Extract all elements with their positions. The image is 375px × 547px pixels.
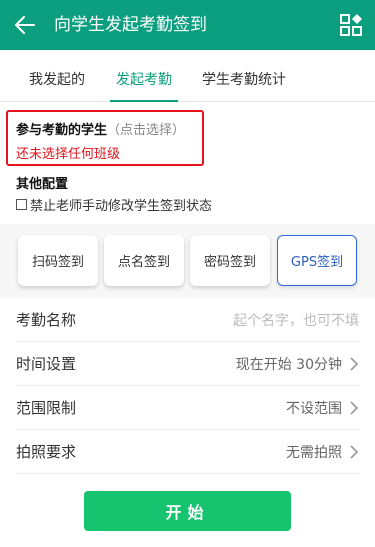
forbid-modify-label: 禁止老师手动修改学生签到状态: [30, 199, 213, 214]
chevron-right-icon: [350, 444, 359, 459]
back-button[interactable]: [10, 10, 40, 40]
photo-requirement-value-wrap: 无需拍照: [286, 442, 359, 462]
app-header: 向学生发起考勤签到: [0, 0, 375, 50]
time-setting-value: 现在开始 30分钟: [235, 356, 342, 373]
forbid-modify-option[interactable]: 禁止老师手动修改学生签到状态: [16, 195, 212, 214]
tab-my-launched[interactable]: 我发起的: [29, 70, 85, 90]
forbid-modify-checkbox[interactable]: [16, 199, 27, 210]
active-tab-indicator: [110, 100, 178, 102]
attendance-name-label: 考勤名称: [16, 311, 77, 329]
no-class-warning: 还未选择任何班级: [16, 147, 121, 162]
scan-signin-button[interactable]: 扫码签到: [18, 235, 98, 286]
time-setting-label: 时间设置: [16, 355, 77, 373]
range-limit-label: 范围限制: [16, 399, 77, 417]
range-limit-value: 不设范围: [286, 400, 342, 417]
attendance-name-row[interactable]: 考勤名称 起个名字，也可不填: [16, 298, 359, 342]
tab-student-stats[interactable]: 学生考勤统计: [202, 70, 286, 90]
range-limit-value-wrap: 不设范围: [286, 398, 359, 418]
apps-icon: [340, 14, 362, 36]
password-signin-button[interactable]: 密码签到: [190, 235, 270, 286]
gps-signin-button[interactable]: GPS签到: [277, 235, 357, 286]
time-setting-value-wrap: 现在开始 30分钟: [236, 354, 359, 374]
participants-label[interactable]: 参与考勤的学生（点击选择）: [16, 119, 185, 138]
tab-bar: 我发起的 发起考勤 学生考勤统计: [0, 58, 375, 102]
rollcall-signin-button[interactable]: 点名签到: [104, 235, 184, 286]
attendance-name-input[interactable]: 起个名字，也可不填: [233, 310, 359, 330]
time-setting-row[interactable]: 时间设置 现在开始 30分钟: [16, 342, 359, 386]
signin-type-selector: 扫码签到 点名签到 密码签到 GPS签到: [0, 224, 375, 298]
start-button[interactable]: 开始: [84, 491, 291, 531]
range-limit-row[interactable]: 范围限制 不设范围: [16, 386, 359, 430]
tab-launch-attendance[interactable]: 发起考勤: [116, 70, 172, 90]
chevron-right-icon: [350, 356, 359, 371]
photo-requirement-label: 拍照要求: [16, 443, 77, 461]
other-config-title: 其他配置: [16, 177, 69, 192]
apps-button[interactable]: [339, 13, 363, 37]
arrow-left-icon: [15, 16, 35, 34]
photo-requirement-value: 无需拍照: [286, 444, 342, 461]
photo-requirement-row[interactable]: 拍照要求 无需拍照: [16, 430, 359, 474]
chevron-right-icon: [350, 400, 359, 415]
participants-hint: （点击选择）: [107, 123, 186, 138]
page-title: 向学生发起考勤签到: [54, 15, 207, 35]
